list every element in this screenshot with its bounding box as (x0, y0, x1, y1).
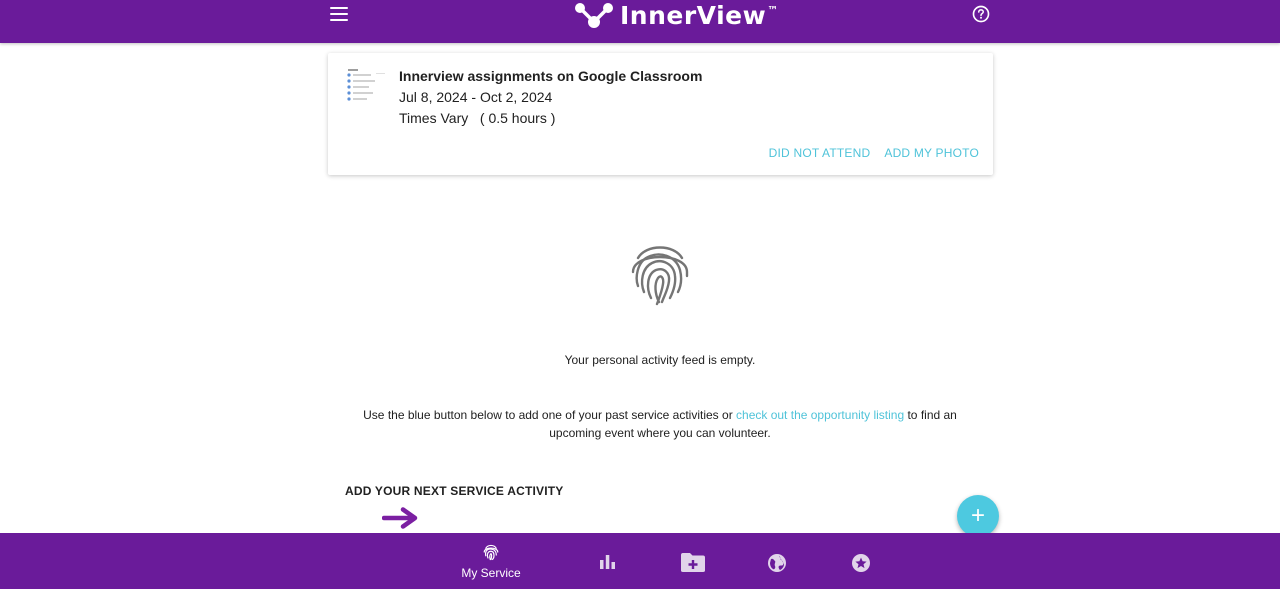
star-circle-icon (852, 554, 870, 572)
empty-feed-message: Your personal activity feed is empty. (564, 353, 756, 367)
fingerprint-icon (631, 246, 689, 306)
bar-chart-icon (600, 555, 615, 569)
add-activity-button[interactable]: + (957, 495, 999, 537)
fingerprint-icon (483, 544, 499, 561)
folder-add-icon (681, 553, 705, 572)
nav-add-folder[interactable] (676, 533, 710, 589)
feed-help-text: Use the blue button below to add one of … (363, 408, 957, 440)
add-activity-label: ADD YOUR NEXT SERVICE ACTIVITY (345, 484, 564, 498)
top-app-bar: InnerView™ (0, 0, 1280, 43)
innerview-logo-icon (575, 3, 613, 28)
event-title: Innerview assignments on Google Classroo… (399, 68, 703, 84)
did-not-attend-button[interactable]: DID NOT ATTEND (769, 146, 871, 160)
brand-logo[interactable]: InnerView™ (574, 0, 779, 32)
event-card[interactable]: Innerview assignments on Google Classroo… (328, 53, 993, 175)
nav-my-service-label: My Service (461, 566, 521, 580)
bottom-navigation: My Service (0, 533, 1280, 589)
event-date-range: Jul 8, 2024 - Oct 2, 2024 (399, 89, 553, 105)
brand-name: InnerView™ (620, 0, 779, 30)
nav-my-service[interactable]: My Service (451, 533, 531, 589)
arrow-right-icon (382, 507, 418, 529)
nav-favorites[interactable] (849, 533, 873, 589)
event-time-hours: Times Vary ( 0.5 hours ) (399, 110, 556, 126)
opportunity-listing-link[interactable]: check out the opportunity listing (736, 408, 904, 422)
card-actions: DID NOT ATTEND ADD MY PHOTO (769, 146, 979, 160)
hamburger-menu-icon[interactable] (330, 7, 348, 21)
nav-stats[interactable] (594, 533, 622, 589)
help-circle-icon[interactable] (972, 5, 990, 23)
event-thumbnail (346, 67, 386, 107)
globe-icon (768, 554, 786, 572)
nav-explore[interactable] (765, 533, 789, 589)
add-my-photo-button[interactable]: ADD MY PHOTO (884, 146, 979, 160)
